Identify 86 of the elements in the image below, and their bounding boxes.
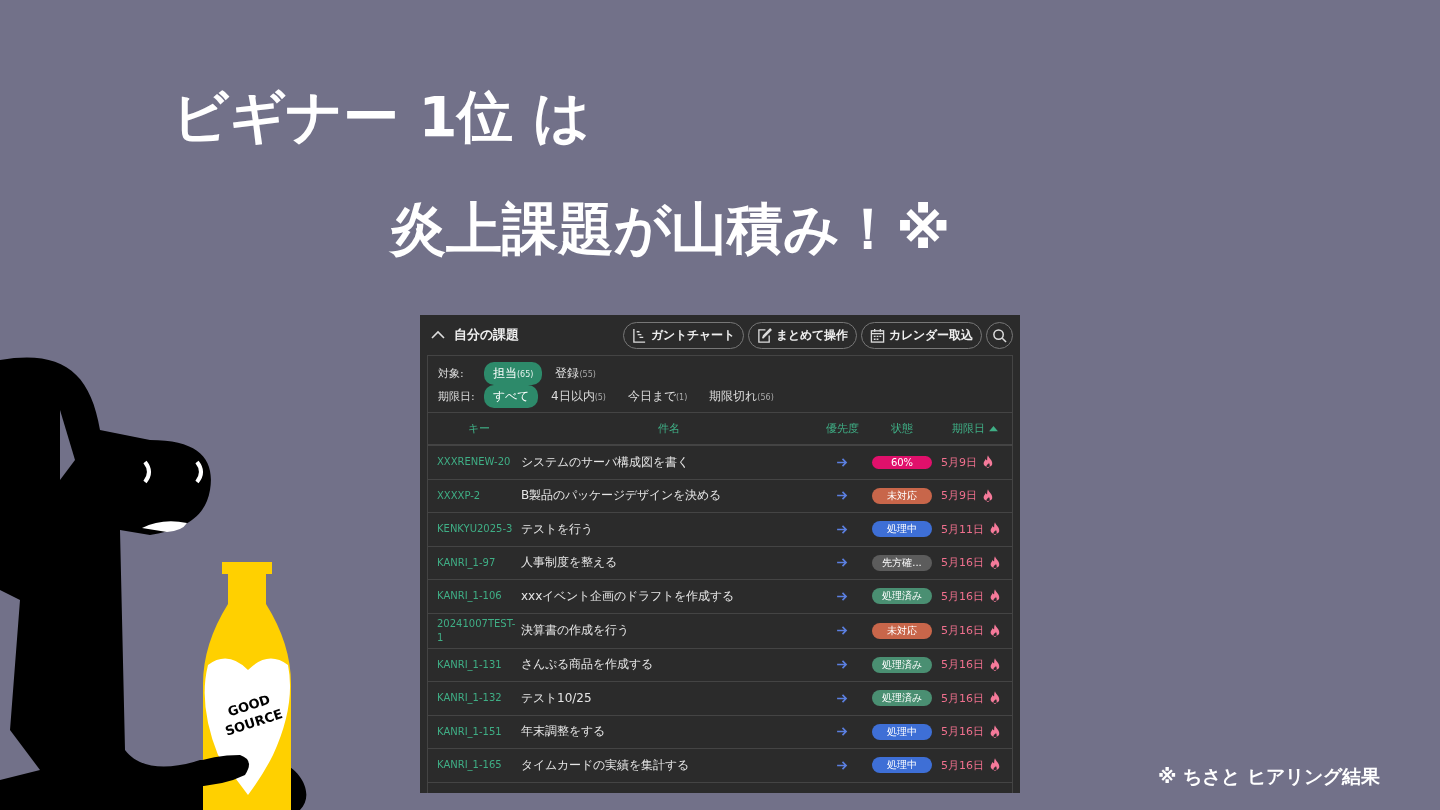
filter-chip[interactable]: 今日まで(1): [619, 385, 697, 408]
toolbar-button[interactable]: ガントチャート: [623, 321, 744, 349]
issue-key-link[interactable]: KANRI_1-131: [437, 654, 521, 675]
flame-icon: [990, 657, 1000, 672]
status-badge: 未対応: [872, 622, 932, 639]
due-date: 5月16日: [941, 588, 984, 604]
flame-icon: [990, 724, 1000, 739]
due-date: 5月9日: [941, 488, 977, 504]
status-badge: 処理済み: [872, 656, 932, 673]
issue-key-link[interactable]: 20241007TEST-1: [437, 613, 521, 648]
chevron-icon[interactable]: [431, 330, 445, 340]
due-date: 5月16日: [941, 690, 984, 706]
issue-key-link[interactable]: KANRI_1-165: [437, 755, 521, 776]
issue-key-link[interactable]: KANRI_1-106: [437, 586, 521, 607]
column-header[interactable]: 状態: [867, 421, 937, 436]
column-header[interactable]: キー: [437, 421, 521, 436]
flame-icon: [983, 455, 993, 470]
priority-arrow-icon: [836, 591, 848, 601]
priority-arrow-icon: [836, 524, 848, 534]
issue-key-link[interactable]: KANRI_1-97: [437, 552, 521, 573]
issue-title: テスト10/25: [521, 689, 593, 707]
filter-label: 期限日:: [438, 389, 476, 404]
status-badge: 先方確...: [872, 554, 932, 571]
slide-title: 炎上課題が山積み！※: [390, 195, 951, 263]
issue-title: システムのサーバ構成図を書く: [521, 453, 690, 471]
flame-icon: [990, 758, 1000, 773]
column-header[interactable]: 件名: [521, 421, 817, 436]
issue-title: 年末調整をする: [521, 723, 606, 741]
toolbar-button[interactable]: カレンダー取込: [861, 321, 982, 349]
status-badge: 処理済み: [872, 588, 932, 605]
filter-label: 対象:: [438, 366, 465, 381]
priority-arrow-icon: [836, 693, 848, 703]
issue-title: さんぷる商品を作成する: [521, 656, 654, 674]
priority-arrow-icon: [836, 760, 848, 770]
issue-title: xxxイベント企画のドラフトを作成する: [521, 587, 736, 605]
filter-chip[interactable]: 担当(65): [484, 362, 543, 385]
status-badge: 処理中: [872, 723, 932, 740]
calendar-icon: [870, 327, 885, 343]
due-date: 5月16日: [941, 657, 984, 673]
priority-arrow-icon: [836, 558, 848, 568]
status-badge: 未対応: [872, 487, 932, 504]
issue-key-link[interactable]: XXXRENEW-20: [437, 452, 521, 473]
flame-icon: [990, 691, 1000, 706]
search-button[interactable]: [986, 321, 1013, 349]
due-date: 5月16日: [941, 724, 984, 740]
status-badge: 60%: [872, 455, 932, 469]
priority-arrow-icon: [836, 727, 848, 737]
search-icon: [992, 327, 1007, 343]
due-date: 5月11日: [941, 521, 984, 537]
issue-key-link[interactable]: KANRI_1-151: [437, 721, 521, 742]
filter-chip[interactable]: 4日以内(5): [542, 385, 615, 408]
issue-title: タイムカードの実績を集計する: [521, 756, 690, 774]
status-badge: 処理中: [872, 521, 932, 538]
toolbar-button[interactable]: まとめて操作: [748, 321, 857, 349]
due-date: 5月16日: [941, 623, 984, 638]
priority-arrow-icon: [836, 626, 848, 635]
status-badge: 処理済み: [872, 690, 932, 707]
flame-icon: [990, 623, 1000, 638]
priority-arrow-icon: [836, 457, 848, 467]
flame-icon: [990, 589, 1000, 604]
flame-icon: [990, 522, 1000, 537]
column-header[interactable]: 期限日: [937, 421, 1012, 436]
column-header[interactable]: 優先度: [817, 421, 867, 436]
filter-chip[interactable]: すべて: [484, 385, 538, 408]
priority-arrow-icon: [836, 660, 848, 670]
slide-title: ビギナー 1位 は: [172, 83, 590, 151]
issue-key-link[interactable]: KENKYU2025-3: [437, 519, 521, 540]
issue-key-link[interactable]: KANRI_1-132: [437, 688, 521, 709]
issue-title: 決算書の作成を行う: [521, 622, 630, 639]
issue-title: B製品のパッケージデザインを決める: [521, 487, 723, 505]
issue-title: テストを行う: [521, 520, 594, 538]
flame-icon: [983, 488, 993, 503]
due-date: 5月16日: [941, 555, 984, 571]
issue-key-link[interactable]: XXXXP-2: [437, 485, 521, 506]
filter-chip[interactable]: 期限切れ(56): [700, 385, 783, 408]
footnote: ※ ちさと ヒアリング結果: [1158, 764, 1380, 789]
due-date: 5月16日: [941, 757, 984, 773]
chart-icon: [632, 327, 647, 343]
priority-arrow-icon: [836, 491, 848, 501]
panel-title: 自分の課題: [454, 326, 519, 344]
filter-chip[interactable]: 登録(55): [546, 362, 605, 385]
due-date: 5月9日: [941, 454, 977, 470]
status-badge: 処理中: [872, 757, 932, 774]
edit-icon: [757, 327, 772, 343]
issue-title: 人事制度を整える: [521, 554, 618, 572]
flame-icon: [990, 555, 1000, 570]
